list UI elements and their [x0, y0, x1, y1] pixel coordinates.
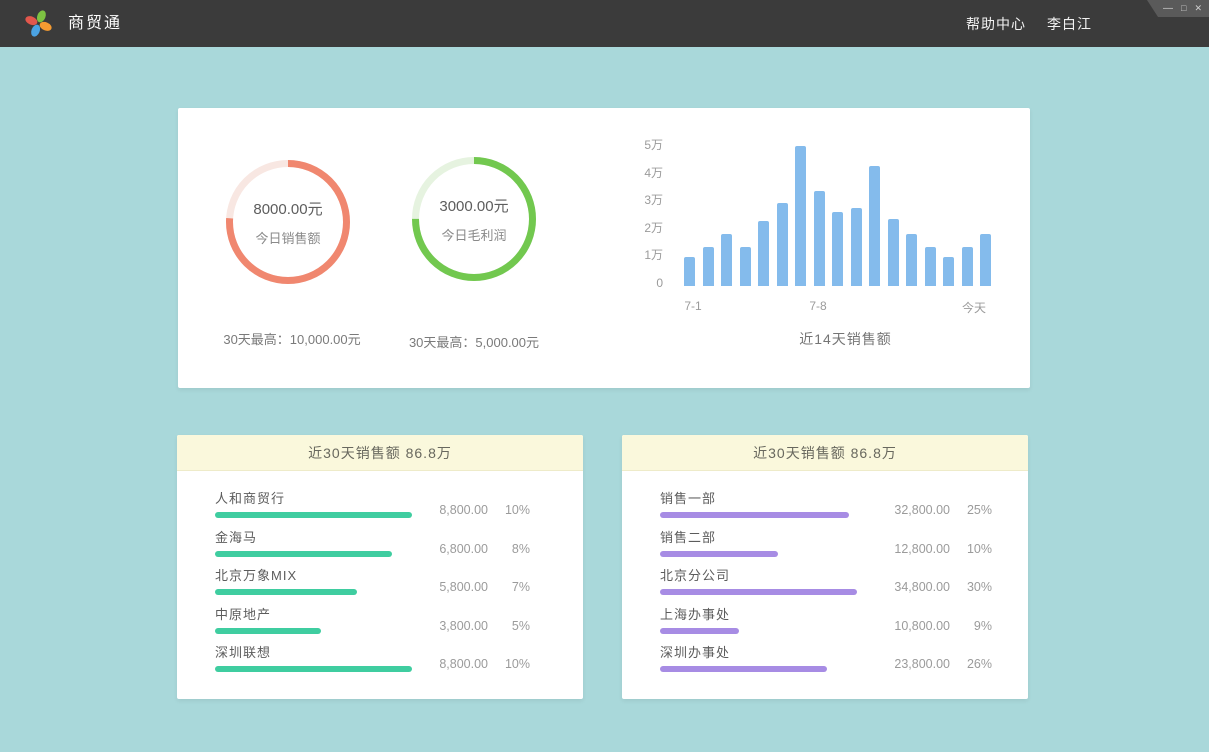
topbar: 商贸通 帮助中心 李白江 — □ ✕: [0, 0, 1209, 47]
ranking-item-percent: 5%: [488, 619, 530, 633]
ranking-item-percent: 10%: [950, 542, 992, 556]
sales-bar: [703, 247, 714, 286]
ranking-row: 销售二部 12,800.00 10%: [660, 529, 1028, 568]
sales-bar: [906, 234, 917, 286]
ranking-item-value: 6,800.00: [408, 542, 488, 556]
customer-sales-ranking-card: 近30天销售额 86.8万 人和商贸行 8,800.00 10% 金海马 6,8…: [177, 435, 583, 699]
ranking-item-bar: [660, 589, 857, 595]
today-profit-label: 今日毛利润: [441, 225, 506, 244]
ranking-item-value: 8,800.00: [408, 657, 488, 671]
y-tick-label: 4万: [608, 166, 663, 180]
ranking-item-bar: [660, 628, 739, 634]
sales-bar: [740, 247, 751, 286]
ranking-item-value: 10,800.00: [870, 619, 950, 633]
user-menu[interactable]: 李白江: [1047, 14, 1092, 34]
ranking-card-title: 近30天销售额 86.8万: [622, 435, 1028, 471]
ranking-list: 销售一部 32,800.00 25% 销售二部 12,800.00 10% 北京…: [622, 472, 1028, 699]
topbar-nav: 帮助中心 李白江: [966, 0, 1092, 47]
today-sales-value: 8000.00元: [253, 198, 322, 219]
ranking-item-bar: [660, 551, 778, 557]
ranking-item-percent: 25%: [950, 503, 992, 517]
y-tick-label: 3万: [608, 193, 663, 207]
ranking-item-bar: [215, 666, 412, 672]
sales-bar: [814, 191, 825, 286]
sales-bar-chart: [684, 140, 991, 286]
y-tick-label: 2万: [608, 221, 663, 235]
ranking-item-bar: [660, 666, 827, 672]
ranking-item-value: 32,800.00: [870, 503, 950, 517]
ranking-item-bar: [215, 589, 357, 595]
minimize-button[interactable]: —: [1163, 4, 1173, 14]
x-tick-label: 今天: [962, 299, 986, 316]
sales-bar: [721, 234, 732, 286]
ranking-item-bar: [215, 512, 412, 518]
ranking-row: 北京分公司 34,800.00 30%: [660, 567, 1028, 606]
ranking-item-value: 34,800.00: [870, 580, 950, 594]
profit-30day-max: 30天最高：5,000.00元: [378, 332, 570, 351]
ranking-item-percent: 8%: [488, 542, 530, 556]
sales-30day-max: 30天最高：10,000.00元: [196, 329, 388, 348]
sales-bar: [888, 219, 899, 286]
ranking-item-percent: 10%: [488, 657, 530, 671]
ranking-item-bar: [660, 512, 849, 518]
sales-bar: [962, 247, 973, 286]
today-sales-donut: 8000.00元 今日销售额: [226, 160, 350, 284]
ranking-item-value: 23,800.00: [870, 657, 950, 671]
today-sales-label: 今日销售额: [255, 228, 320, 247]
bar-chart-y-axis: 5万 4万 3万 2万 1万 0: [608, 108, 663, 308]
ranking-item-percent: 10%: [488, 503, 530, 517]
ranking-row: 人和商贸行 8,800.00 10%: [215, 490, 583, 529]
sales-bar: [832, 212, 843, 286]
y-tick-label: 1万: [608, 248, 663, 262]
today-profit-value: 3000.00元: [439, 195, 508, 216]
department-sales-ranking-card: 近30天销售额 86.8万 销售一部 32,800.00 25% 销售二部 12…: [622, 435, 1028, 699]
ranking-row: 上海办事处 10,800.00 9%: [660, 606, 1028, 645]
y-tick-label: 5万: [608, 138, 663, 152]
today-profit-donut: 3000.00元 今日毛利润: [412, 157, 536, 281]
ranking-row: 深圳联想 8,800.00 10%: [215, 644, 583, 683]
sales-bar: [925, 247, 936, 286]
x-tick-label: 7-1: [684, 299, 701, 313]
help-center-link[interactable]: 帮助中心: [966, 14, 1026, 34]
app-title: 商贸通: [68, 0, 122, 47]
ranking-item-value: 8,800.00: [408, 503, 488, 517]
ranking-row: 销售一部 32,800.00 25%: [660, 490, 1028, 529]
ranking-item-percent: 26%: [950, 657, 992, 671]
ranking-item-bar: [215, 628, 321, 634]
app-logo-icon: [24, 9, 53, 38]
close-button[interactable]: ✕: [1194, 4, 1202, 13]
ranking-item-bar: [215, 551, 392, 557]
x-tick-label: 7-8: [809, 299, 826, 313]
overview-card: 8000.00元 今日销售额 30天最高：10,000.00元 3000.00元…: [178, 108, 1030, 388]
ranking-item-percent: 30%: [950, 580, 992, 594]
logo-petals: [24, 9, 53, 38]
bar-chart-title: 近14天销售额: [692, 329, 999, 349]
sales-bar: [684, 257, 695, 286]
ranking-item-value: 5,800.00: [408, 580, 488, 594]
sales-bar: [795, 146, 806, 286]
sales-bar: [758, 221, 769, 286]
ranking-item-percent: 7%: [488, 580, 530, 594]
ranking-row: 北京万象MIX 5,800.00 7%: [215, 567, 583, 606]
ranking-row: 中原地产 3,800.00 5%: [215, 606, 583, 645]
bar-chart-x-axis: 7-1 7-8 今天: [684, 299, 991, 314]
window-controls: — □ ✕: [1147, 0, 1209, 17]
sales-bar: [869, 166, 880, 286]
ranking-item-value: 3,800.00: [408, 619, 488, 633]
sales-bar: [943, 257, 954, 286]
maximize-button[interactable]: □: [1181, 4, 1186, 13]
sales-bar: [777, 203, 788, 286]
ranking-card-title: 近30天销售额 86.8万: [177, 435, 583, 471]
y-tick-label: 0: [608, 276, 663, 290]
sales-bar: [980, 234, 991, 286]
sales-bar: [851, 208, 862, 286]
ranking-item-value: 12,800.00: [870, 542, 950, 556]
ranking-row: 金海马 6,800.00 8%: [215, 529, 583, 568]
ranking-item-percent: 9%: [950, 619, 992, 633]
ranking-list: 人和商贸行 8,800.00 10% 金海马 6,800.00 8% 北京万象M…: [177, 472, 583, 699]
ranking-row: 深圳办事处 23,800.00 26%: [660, 644, 1028, 683]
